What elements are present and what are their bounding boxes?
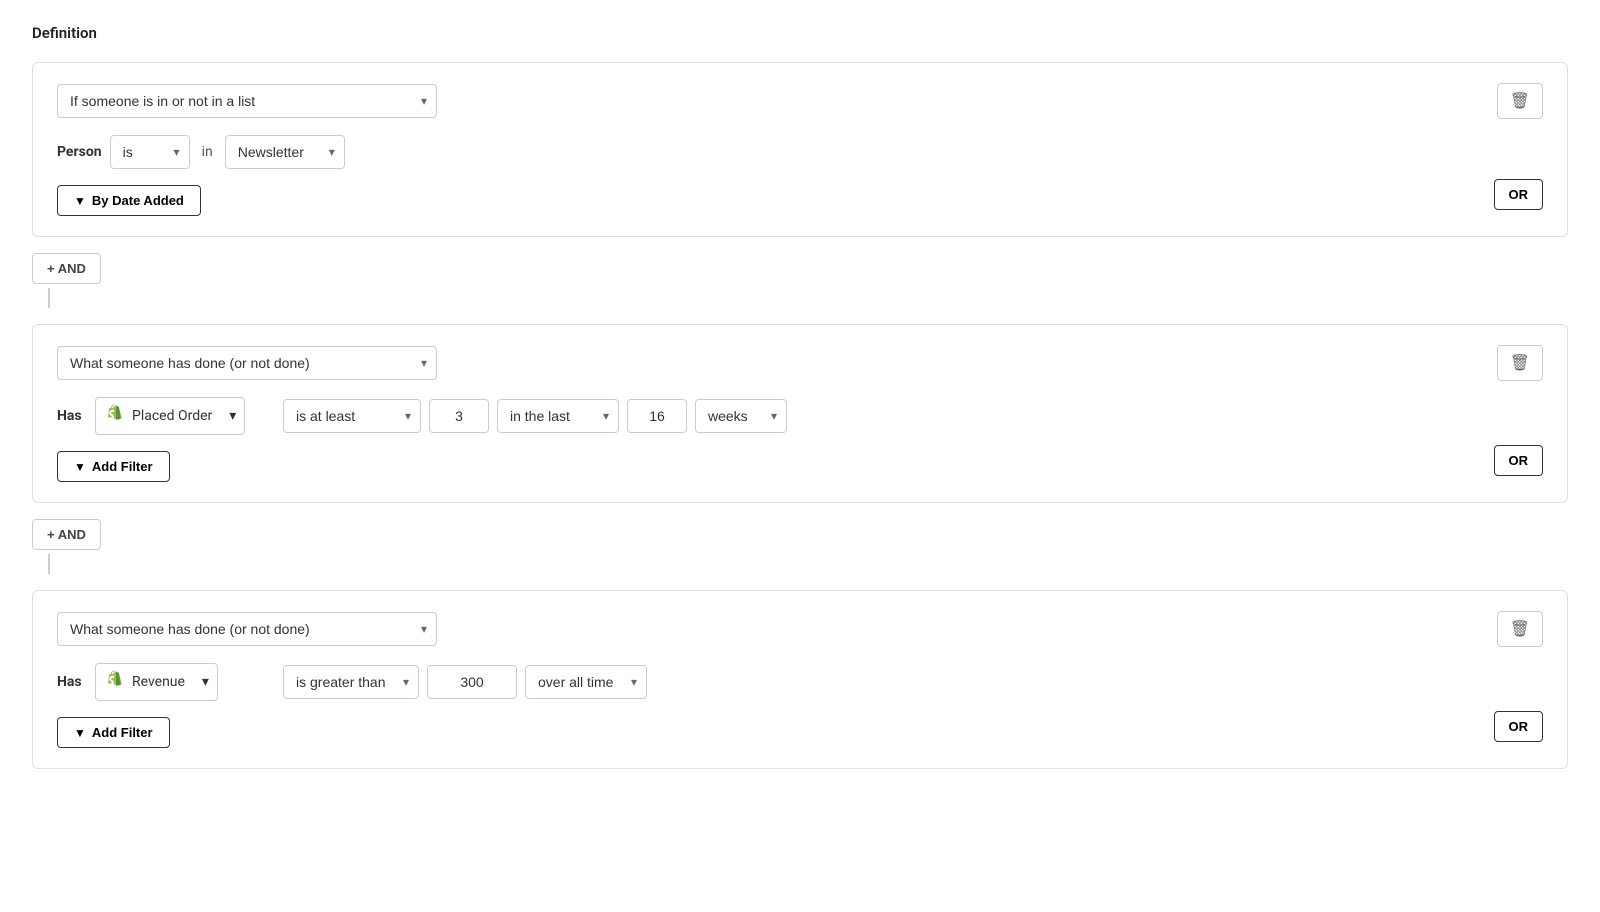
block3-count-input[interactable] xyxy=(427,665,517,699)
block3-condition-row: Has Revenue ▾ is greater than is less th… xyxy=(57,663,1543,701)
block3-header: What someone has done (or not done) If s… xyxy=(57,611,1543,647)
page-title: Definition xyxy=(32,24,1568,42)
block1-bottom-row: ▼ By Date Added OR xyxy=(57,173,1543,216)
block2-header: What someone has done (or not done) If s… xyxy=(57,345,1543,381)
block1-list-wrapper[interactable]: Newsletter VIP List Subscribers ▾ xyxy=(225,135,345,169)
condition-block-2: What someone has done (or not done) If s… xyxy=(32,324,1568,503)
block2-delete-button[interactable]: 🗑 xyxy=(1497,345,1543,381)
block1-type-select-wrapper[interactable]: If someone is in or not in a list What s… xyxy=(57,84,437,118)
block3-delete-button[interactable]: 🗑 xyxy=(1497,611,1543,647)
block2-trash-icon: 🗑 xyxy=(1510,353,1530,373)
block1-or-button[interactable]: OR xyxy=(1494,179,1544,210)
block1-person-label: Person xyxy=(57,144,102,160)
block3-bottom-row: ▼ Add Filter OR xyxy=(57,705,1543,748)
block1-condition-row: Person is is not ▾ in Newsletter VIP Lis… xyxy=(57,135,1543,169)
block3-event-chevron: ▾ xyxy=(202,674,209,690)
block2-type-select-wrapper[interactable]: What someone has done (or not done) If s… xyxy=(57,346,437,380)
block2-condition-wrapper[interactable]: is at least is at most equals does not e… xyxy=(283,399,421,433)
block2-unit-wrapper[interactable]: weeks days months ▾ xyxy=(695,399,787,433)
block2-count-input[interactable] xyxy=(429,399,489,433)
and-connector-1: + AND xyxy=(32,253,1568,308)
block1-in-text: in xyxy=(198,144,217,160)
block1-filter-button[interactable]: ▼ By Date Added xyxy=(57,185,201,216)
block2-condition-row: Has Placed Order ▾ is at least is at mos… xyxy=(57,397,1543,435)
block1-person-is-select[interactable]: is is not xyxy=(110,135,190,169)
block3-timeframe-select[interactable]: over all time in the last before after xyxy=(525,665,647,699)
block2-type-select[interactable]: What someone has done (or not done) If s… xyxy=(57,346,437,380)
block1-filter-label: By Date Added xyxy=(92,193,184,208)
block2-has-label: Has xyxy=(57,408,87,424)
block2-or-button[interactable]: OR xyxy=(1494,445,1544,476)
block2-shopify-icon xyxy=(106,404,126,428)
block2-unit-select[interactable]: weeks days months xyxy=(695,399,787,433)
and-button-2[interactable]: + AND xyxy=(32,519,101,550)
block1-person-is-wrapper[interactable]: is is not ▾ xyxy=(110,135,190,169)
block3-type-select-wrapper[interactable]: What someone has done (or not done) If s… xyxy=(57,612,437,646)
block2-event-text: Placed Order xyxy=(132,408,212,424)
block1-filter-icon: ▼ xyxy=(74,194,86,208)
block3-type-select[interactable]: What someone has done (or not done) If s… xyxy=(57,612,437,646)
block2-timeframe-select[interactable]: in the last over all time before after xyxy=(497,399,619,433)
block1-list-select[interactable]: Newsletter VIP List Subscribers xyxy=(225,135,345,169)
block3-timeframe-wrapper[interactable]: over all time in the last before after ▾ xyxy=(525,665,647,699)
block2-period-input[interactable] xyxy=(627,399,687,433)
block3-condition-select[interactable]: is greater than is less than equals is a… xyxy=(283,665,419,699)
block2-timeframe-wrapper[interactable]: in the last over all time before after ▾ xyxy=(497,399,619,433)
block3-event-wrapper[interactable]: Revenue ▾ xyxy=(95,663,275,701)
block2-filter-icon: ▼ xyxy=(74,460,86,474)
block3-event-text: Revenue xyxy=(132,674,185,690)
block3-has-label: Has xyxy=(57,674,87,690)
block2-event-chevron: ▾ xyxy=(229,408,236,424)
and-button-1[interactable]: + AND xyxy=(32,253,101,284)
block2-filter-button[interactable]: ▼ Add Filter xyxy=(57,451,170,482)
block3-or-button[interactable]: OR xyxy=(1494,711,1544,742)
block1-type-select[interactable]: If someone is in or not in a list What s… xyxy=(57,84,437,118)
block2-bottom-row: ▼ Add Filter OR xyxy=(57,439,1543,482)
and-connector-2: + AND xyxy=(32,519,1568,574)
block1-header: If someone is in or not in a list What s… xyxy=(57,83,1543,119)
block3-filter-icon: ▼ xyxy=(74,726,86,740)
block3-shopify-icon xyxy=(106,670,126,694)
block2-filter-label: Add Filter xyxy=(92,459,153,474)
block2-condition-select[interactable]: is at least is at most equals does not e… xyxy=(283,399,421,433)
condition-block-3: What someone has done (or not done) If s… xyxy=(32,590,1568,769)
block3-filter-button[interactable]: ▼ Add Filter xyxy=(57,717,170,748)
connector-line-1 xyxy=(48,288,50,308)
block2-event-wrapper[interactable]: Placed Order ▾ xyxy=(95,397,275,435)
block1-delete-button[interactable]: 🗑 xyxy=(1497,83,1543,119)
connector-line-2 xyxy=(48,554,50,574)
block1-trash-icon: 🗑 xyxy=(1510,91,1530,111)
block3-filter-label: Add Filter xyxy=(92,725,153,740)
condition-block-1: If someone is in or not in a list What s… xyxy=(32,62,1568,237)
block3-trash-icon: 🗑 xyxy=(1510,619,1530,639)
block3-condition-wrapper[interactable]: is greater than is less than equals is a… xyxy=(283,665,419,699)
